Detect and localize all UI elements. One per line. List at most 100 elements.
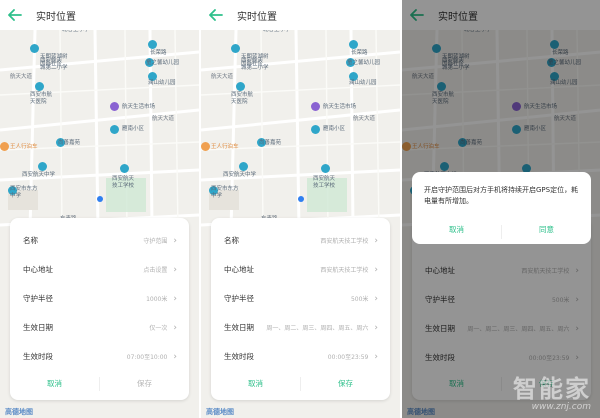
- poi-icon: [0, 142, 9, 151]
- chevron-right-icon: ›: [173, 264, 177, 275]
- row-label: 中心地址: [224, 265, 254, 274]
- row-value: 点击设置: [143, 267, 168, 274]
- poi-icon: [38, 162, 47, 171]
- poi-icon: [349, 40, 358, 49]
- poi-icon: [148, 40, 157, 49]
- map-label: 长荣路: [150, 50, 167, 56]
- row-label: 名称: [23, 236, 38, 245]
- form-row[interactable]: 守护半径 1000米 ›: [23, 284, 177, 313]
- road-label: 航天大道: [152, 116, 175, 122]
- road-label: 航天大道: [353, 116, 376, 122]
- watermark: 智能家 www.znj.com: [513, 376, 591, 412]
- top-bar: 实时位置: [0, 0, 199, 30]
- row-label: 生效日期: [224, 323, 254, 332]
- row-label: 守护半径: [224, 294, 254, 303]
- map-label: 尚善嘉苑: [259, 140, 282, 146]
- map-label: 西安航天 城第二小学: [40, 58, 68, 71]
- poi-icon: [321, 164, 330, 173]
- map-label: 长荣路: [351, 50, 368, 56]
- watermark-logo: 智能家: [513, 375, 591, 403]
- row-value: 守护范围: [143, 238, 168, 245]
- map-label: 航天生活市场: [323, 104, 357, 110]
- map-label: 西安航天中学: [223, 172, 257, 178]
- map-label: 北客王小学: [263, 30, 291, 33]
- form-row[interactable]: 名称 守护范围 ›: [23, 226, 177, 255]
- top-bar: 实时位置: [201, 0, 400, 30]
- road-label: 航天大道: [211, 74, 234, 80]
- row-value: 1000米: [146, 296, 168, 303]
- page-title: 实时位置: [36, 11, 76, 23]
- row-label: 名称: [224, 236, 239, 245]
- row-label: 中心地址: [23, 265, 53, 274]
- phone-screen: 实时位置 北客王小学 长荣路 天朗蓝湖树 国际社区 童之馨幼儿园 西安航天 城第…: [402, 0, 600, 418]
- dialog-message: 开启守护范围后对方手机将持续开启GPS定位，耗电量有所增加。: [424, 186, 579, 205]
- road-label: 航天大道: [10, 74, 33, 80]
- poi-icon: [311, 125, 320, 134]
- poi-icon: [239, 162, 248, 171]
- poi-icon: [236, 82, 245, 91]
- back-arrow-icon[interactable]: [209, 9, 223, 21]
- map-attribution: 高德地图: [5, 408, 33, 416]
- row-value: 周一、周二、周三、周四、周五、周六: [266, 325, 369, 332]
- row-label: 生效时段: [23, 352, 53, 361]
- cancel-button[interactable]: 取消: [211, 368, 300, 400]
- cancel-button[interactable]: 取消: [10, 368, 99, 400]
- form-row[interactable]: 中心地址 西安航天技工学校 ›: [224, 255, 378, 284]
- save-button[interactable]: 保存: [100, 368, 189, 400]
- save-button[interactable]: 保存: [301, 368, 390, 400]
- map-label: 西安市航 天医院: [231, 92, 254, 105]
- row-label: 生效日期: [23, 323, 53, 332]
- dialog-agree-button[interactable]: 同意: [502, 216, 591, 244]
- permission-dialog: 开启守护范围后对方手机将持续开启GPS定位，耗电量有所增加。 取消 同意: [412, 172, 591, 244]
- map-label: 西安市东方中学: [211, 186, 239, 199]
- map-label: 童之馨幼儿园: [347, 60, 381, 66]
- chevron-right-icon: ›: [374, 293, 378, 304]
- chevron-right-icon: ›: [173, 322, 177, 333]
- form-row[interactable]: 生效日期 仅一次 ›: [23, 313, 177, 342]
- map-label: 西安航天 城第二小学: [241, 58, 269, 71]
- form-row[interactable]: 生效日期 周一、周二、周三、周四、周五、周六 ›: [224, 313, 378, 342]
- row-value: 500米: [350, 296, 369, 303]
- dialog-cancel-button[interactable]: 取消: [412, 216, 501, 244]
- map-attribution: 高德地图: [206, 408, 234, 416]
- row-value: 西安航天技工学校: [320, 238, 369, 245]
- poi-icon: [311, 102, 320, 111]
- phone-screen: 实时位置 北客王小学 长荣路 天朗蓝湖树 国际社区 童之馨幼儿园 西安航天 城第…: [201, 0, 400, 418]
- chevron-right-icon: ›: [173, 351, 177, 362]
- row-label: 生效时段: [224, 352, 254, 361]
- poi-icon: [110, 125, 119, 134]
- current-location-marker: [97, 196, 103, 202]
- chevron-right-icon: ›: [374, 322, 378, 333]
- map-label: 王人行泊车: [10, 144, 38, 150]
- guard-settings-sheet: 名称 西安航天技工学校 › 中心地址 西安航天技工学校 › 守护半径 500米 …: [211, 218, 390, 400]
- row-value: 07:00至10:00: [126, 354, 168, 361]
- map-label: 航天生活市场: [122, 104, 156, 110]
- row-label: 守护半径: [23, 294, 53, 303]
- poi-icon: [110, 102, 119, 111]
- map-label: 北客王小学: [62, 30, 90, 33]
- watermark-url: www.znj.com: [531, 402, 591, 412]
- map-label: 西安市航 天医院: [30, 92, 53, 105]
- back-arrow-icon[interactable]: [8, 9, 22, 21]
- poi-icon: [120, 164, 129, 173]
- map-label: 王人行泊车: [211, 144, 239, 150]
- chevron-right-icon: ›: [374, 235, 378, 246]
- poi-icon: [201, 142, 210, 151]
- form-row[interactable]: 生效时段 00:00至23:59 ›: [224, 342, 378, 371]
- phone-screen: 实时位置 北客王小学 长荣路 天朗蓝湖树 国际社区 童之馨幼儿园 西安航天 城第…: [0, 0, 199, 418]
- poi-icon: [35, 82, 44, 91]
- chevron-right-icon: ›: [173, 293, 177, 304]
- form-row[interactable]: 守护半径 500米 ›: [224, 284, 378, 313]
- form-row[interactable]: 中心地址 点击设置 ›: [23, 255, 177, 284]
- map-label: 西安市东方中学: [10, 186, 38, 199]
- form-row[interactable]: 生效时段 07:00至10:00 ›: [23, 342, 177, 371]
- current-location-marker: [298, 196, 304, 202]
- row-value: 仅一次: [149, 325, 168, 332]
- map-label: 童之馨幼儿园: [146, 60, 180, 66]
- map-label: 西安航天技工学校: [112, 176, 135, 189]
- chevron-right-icon: ›: [173, 235, 177, 246]
- form-row[interactable]: 名称 西安航天技工学校 ›: [224, 226, 378, 255]
- chevron-right-icon: ›: [374, 351, 378, 362]
- map-label: 雁南小区: [122, 126, 145, 132]
- poi-icon: [231, 44, 240, 53]
